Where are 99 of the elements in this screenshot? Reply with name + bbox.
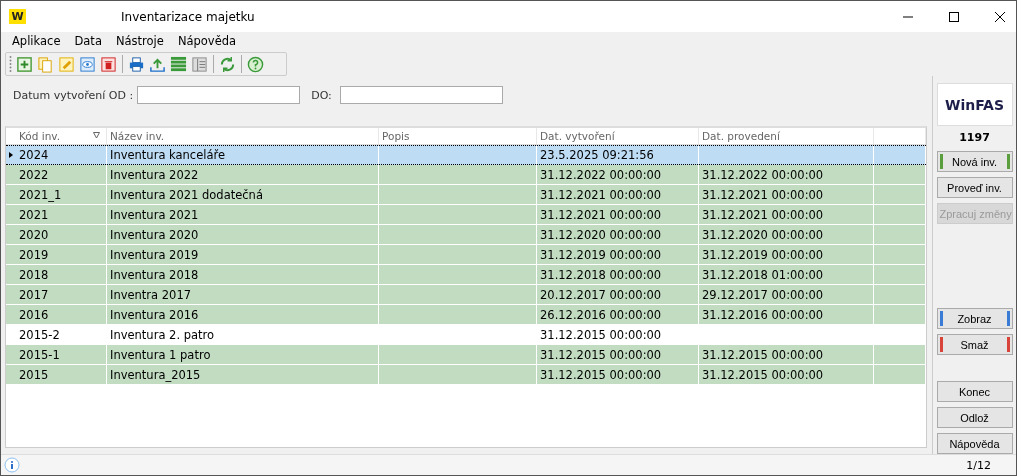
table-cell: 31.12.2015 00:00:00 [702, 347, 824, 362]
table-cell: 2019 [19, 247, 49, 262]
table-cell: 31.12.2018 00:00:00 [540, 267, 662, 282]
table-cell: 31.12.2015 00:00:00 [540, 367, 662, 382]
column-header[interactable]: Kód inv. [16, 128, 107, 144]
table-cell: 26.12.2016 00:00:00 [540, 307, 662, 322]
eye-icon[interactable] [79, 55, 96, 73]
table-cell: Inventura 2020 [110, 227, 199, 242]
side-button[interactable]: Odlož [936, 407, 1013, 428]
close-icon[interactable] [994, 10, 1006, 23]
table-cell: Inventura 2016 [110, 307, 199, 322]
date-to-label: DO: [311, 88, 332, 102]
side-button[interactable]: Konec [936, 381, 1013, 402]
columns-icon[interactable] [191, 55, 208, 73]
table-row[interactable]: 2019 Inventura 2019 31.12.2019 00:00:00 31.12.2019 00:00:00 [6, 245, 926, 265]
menu-item[interactable]: Aplikace [5, 34, 68, 48]
table-cell: 31.12.2016 00:00:00 [702, 307, 824, 322]
table-cell: Inventura kanceláře [110, 148, 226, 162]
table-cell: 31.12.2019 00:00:00 [540, 247, 662, 262]
app-logo: W [9, 9, 26, 24]
table-cell: Inventura 2. patro [110, 327, 215, 342]
table-cell: 23.5.2025 09:21:56 [540, 148, 654, 162]
pencil-icon[interactable] [58, 55, 75, 73]
printer-icon[interactable] [128, 55, 145, 73]
table-cell: 31.12.2022 00:00:00 [540, 167, 662, 182]
table-cell: Inventura 1 patro [110, 347, 211, 362]
copy-icon[interactable] [37, 55, 54, 73]
menu-item[interactable]: Data [67, 34, 109, 48]
table-cell: 2016 [19, 307, 49, 322]
menu-item[interactable]: Nástroje [108, 34, 171, 48]
table-cell: 31.12.2015 00:00:00 [540, 347, 662, 362]
row-pointer-icon [9, 152, 13, 158]
table-cell: 2015-2 [19, 327, 60, 342]
table-cell: 2020 [19, 227, 49, 242]
table-cell: 31.12.2022 00:00:00 [702, 167, 824, 182]
table-row[interactable]: 2022 Inventura 2022 31.12.2022 00:00:00 31.12.2022 00:00:00 [6, 165, 926, 185]
add-icon[interactable] [16, 55, 33, 73]
date-from-label: Datum vytvoření OD : [13, 88, 134, 102]
record-count: 1197 [959, 131, 990, 144]
side-button[interactable]: Smaž [936, 334, 1013, 355]
table-cell: Inventura 2018 [110, 267, 199, 282]
table-cell: 2018 [19, 267, 49, 282]
table-cell: 29.12.2017 00:00:00 [702, 287, 824, 302]
table-row[interactable]: 2015 Inventura_2015 31.12.2015 00:00:00 31.12.2015 00:00:00 [6, 365, 926, 385]
table-cell: 31.12.2015 00:00:00 [702, 367, 824, 382]
table-cell: 31.12.2018 01:00:00 [702, 267, 824, 282]
side-button[interactable]: Zobraz [936, 308, 1013, 329]
side-button[interactable]: Proveď inv. [936, 177, 1013, 198]
table-cell: 31.12.2020 00:00:00 [702, 227, 824, 242]
table-cell: 31.12.2019 00:00:00 [702, 247, 824, 262]
table-cell: 31.12.2015 00:00:00 [540, 327, 662, 342]
window-title: Inventarizace majetku [121, 9, 255, 24]
table-cell: 2015-1 [19, 347, 60, 362]
table-cell: Inventura 2021 [110, 207, 199, 222]
table-cell: Inventura 2022 [110, 167, 199, 182]
table-row[interactable]: 2021 Inventura 2021 31.12.2021 00:00:00 31.12.2021 00:00:00 [6, 205, 926, 225]
help-icon[interactable] [247, 55, 264, 73]
table-cell: 31.12.2020 00:00:00 [540, 227, 662, 242]
table-cell: 2022 [19, 167, 49, 182]
table-cell: 2015 [19, 367, 49, 382]
column-header[interactable]: Název inv. [107, 128, 379, 144]
table-cell: Inventura_2015 [110, 367, 201, 382]
grip-icon [9, 55, 12, 73]
info-icon[interactable] [4, 457, 20, 473]
table-cell: 20.12.2017 00:00:00 [540, 287, 662, 302]
refresh-icon[interactable] [219, 55, 236, 73]
side-button[interactable]: Nová inv. [936, 151, 1013, 172]
table-cell: 31.12.2021 00:00:00 [702, 187, 824, 202]
table-cell: 31.12.2021 00:00:00 [702, 207, 824, 222]
table-row[interactable]: 2020 Inventura 2020 31.12.2020 00:00:00 31.12.2020 00:00:00 [6, 225, 926, 245]
menu-item[interactable]: Nápověda [170, 34, 244, 48]
maximize-icon[interactable] [948, 10, 960, 23]
brand-logo: WinFAS [936, 83, 1013, 126]
table-cell: Inventura 2021 dodatečná [110, 187, 263, 202]
table-cell: Inventra 2017 [110, 287, 192, 302]
table-row[interactable]: 2017 Inventra 2017 20.12.2017 00:00:00 29.12.2017 00:00:00 [6, 285, 926, 305]
column-header[interactable]: Popis [379, 128, 537, 144]
table-cell: 2017 [19, 287, 49, 302]
list-icon[interactable] [170, 55, 187, 73]
table-cell: 2021 [19, 207, 49, 222]
page-indicator: 1/12 [966, 458, 991, 472]
side-button[interactable]: Nápověda [936, 433, 1013, 454]
table-row[interactable]: 2015-1 Inventura 1 patro 31.12.2015 00:00:00 31.12.2015 00:00:00 [6, 345, 926, 365]
upload-icon[interactable] [149, 55, 166, 73]
filter-icon[interactable] [93, 132, 100, 139]
table-cell: 31.12.2021 00:00:00 [540, 207, 662, 222]
table-row[interactable]: 2016 Inventura 2016 26.12.2016 00:00:00 31.12.2016 00:00:00 [6, 305, 926, 325]
table-cell: 2024 [19, 148, 49, 162]
date-to-field[interactable] [339, 86, 503, 104]
table-cell: 31.12.2021 00:00:00 [540, 187, 662, 202]
column-header[interactable]: Dat. provedení [699, 128, 874, 144]
column-header[interactable]: Dat. vytvoření [537, 128, 699, 144]
table-row[interactable]: 2024 Inventura kanceláře 23.5.2025 09:21:56 [6, 145, 926, 165]
table-row[interactable]: 2018 Inventura 2018 31.12.2018 00:00:00 31.12.2018 01:00:00 [6, 265, 926, 285]
trash-icon[interactable] [100, 55, 117, 73]
table-row[interactable]: 2021_1 Inventura 2021 dodatečná 31.12.2021 00:00:00 31.12.2021 00:00:00 [6, 185, 926, 205]
table-cell: 2021_1 [19, 187, 62, 202]
table-cell: Inventura 2019 [110, 247, 199, 262]
date-from-field[interactable] [137, 86, 301, 104]
